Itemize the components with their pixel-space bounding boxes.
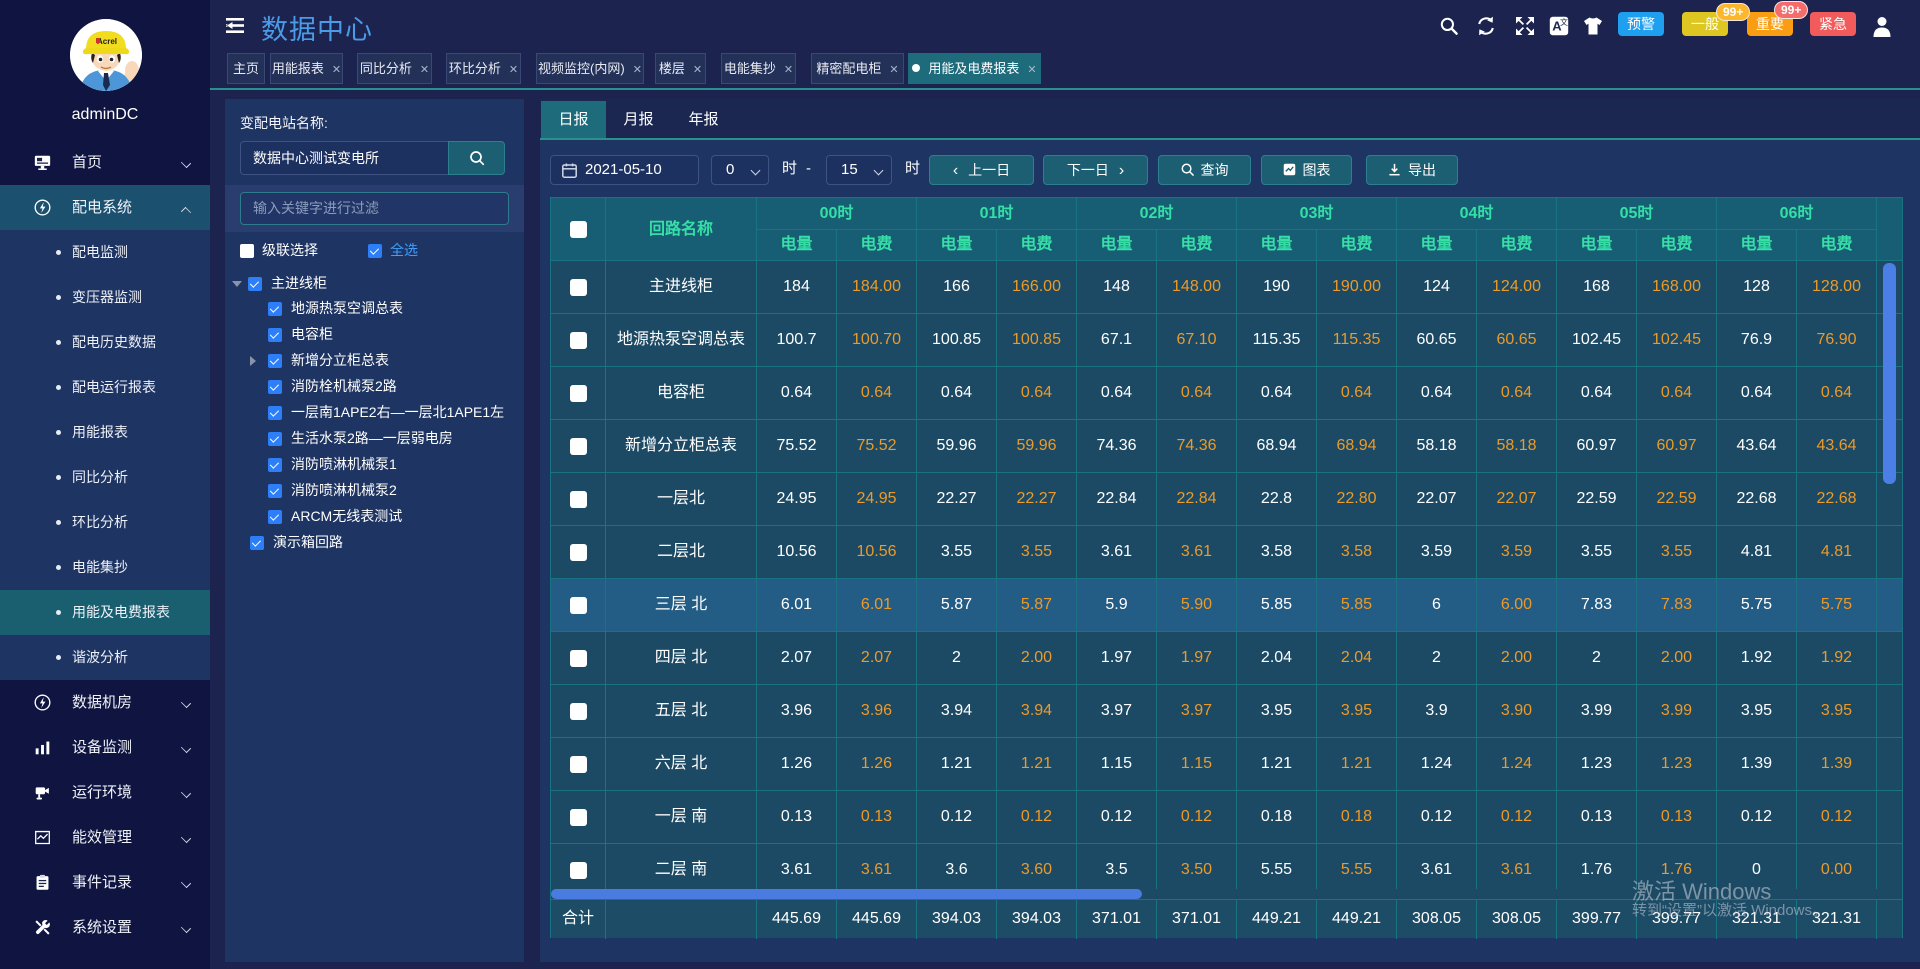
svg-text:文: 文 (1560, 17, 1568, 27)
